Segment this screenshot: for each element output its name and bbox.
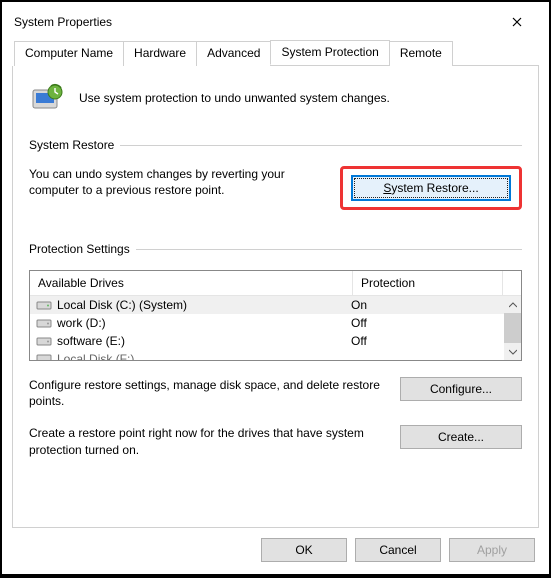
chevron-down-icon	[509, 349, 517, 355]
system-restore-button[interactable]: System Restore...	[351, 175, 511, 201]
drive-row[interactable]: work (D:) Off	[30, 314, 521, 332]
drive-row[interactable]: software (E:) Off	[30, 332, 521, 350]
content-area: Computer Name Hardware Advanced System P…	[2, 40, 549, 574]
close-icon	[512, 17, 522, 27]
create-button[interactable]: Create...	[400, 425, 522, 449]
disk-icon	[36, 317, 52, 329]
disk-icon	[36, 299, 52, 311]
window-title: System Properties	[14, 15, 112, 29]
apply-button[interactable]: Apply	[449, 538, 535, 562]
tab-panel: Use system protection to undo unwanted s…	[12, 66, 539, 528]
drives-header: Available Drives Protection	[30, 271, 521, 296]
drive-row[interactable]: Local Disk (F:)	[30, 350, 521, 360]
tab-advanced[interactable]: Advanced	[196, 41, 271, 66]
drive-protection: On	[351, 298, 515, 312]
divider	[136, 249, 522, 250]
drive-name: work (D:)	[57, 316, 106, 330]
drives-body: Local Disk (C:) (System) On work (D:) Of…	[30, 296, 521, 360]
drive-name: Local Disk (F:)	[57, 352, 134, 360]
drive-name: software (E:)	[57, 334, 125, 348]
system-restore-heading: System Restore	[29, 138, 522, 152]
scroll-thumb[interactable]	[504, 313, 521, 343]
intro-text: Use system protection to undo unwanted s…	[79, 91, 390, 105]
drive-protection: Off	[351, 334, 515, 348]
drive-name: Local Disk (C:) (System)	[57, 298, 187, 312]
column-scroll	[503, 271, 521, 296]
drive-row[interactable]: Local Disk (C:) (System) On	[30, 296, 521, 314]
configure-button[interactable]: Configure...	[400, 377, 522, 401]
create-row: Create a restore point right now for the…	[29, 425, 522, 457]
column-available-drives[interactable]: Available Drives	[30, 271, 353, 296]
disk-icon	[36, 352, 52, 360]
tab-hardware[interactable]: Hardware	[123, 41, 197, 66]
ok-button[interactable]: OK	[261, 538, 347, 562]
disk-icon	[36, 335, 52, 347]
cancel-button[interactable]: Cancel	[355, 538, 441, 562]
column-protection[interactable]: Protection	[353, 271, 503, 296]
divider	[120, 145, 522, 146]
protection-settings-heading: Protection Settings	[29, 242, 522, 256]
drive-protection: Off	[351, 316, 515, 330]
titlebar: System Properties	[2, 2, 549, 40]
tab-remote[interactable]: Remote	[389, 41, 453, 66]
system-protection-icon	[29, 80, 65, 116]
system-properties-window: System Properties Computer Name Hardware…	[2, 2, 549, 574]
restore-row: You can undo system changes by reverting…	[29, 166, 522, 210]
highlight-box: System Restore...	[340, 166, 522, 210]
tab-strip: Computer Name Hardware Advanced System P…	[14, 40, 539, 66]
tab-system-protection[interactable]: System Protection	[270, 40, 389, 65]
scroll-down-button[interactable]	[504, 343, 521, 360]
scrollbar[interactable]	[504, 296, 521, 360]
restore-description: You can undo system changes by reverting…	[29, 166, 320, 198]
close-button[interactable]	[497, 10, 537, 34]
configure-row: Configure restore settings, manage disk …	[29, 377, 522, 409]
chevron-up-icon	[509, 302, 517, 308]
drives-table: Available Drives Protection Local Disk (…	[29, 270, 522, 361]
tab-computer-name[interactable]: Computer Name	[14, 41, 124, 66]
dialog-footer: OK Cancel Apply	[12, 528, 539, 566]
configure-description: Configure restore settings, manage disk …	[29, 377, 380, 409]
intro-row: Use system protection to undo unwanted s…	[29, 80, 522, 116]
scroll-up-button[interactable]	[504, 296, 521, 313]
create-description: Create a restore point right now for the…	[29, 425, 380, 457]
